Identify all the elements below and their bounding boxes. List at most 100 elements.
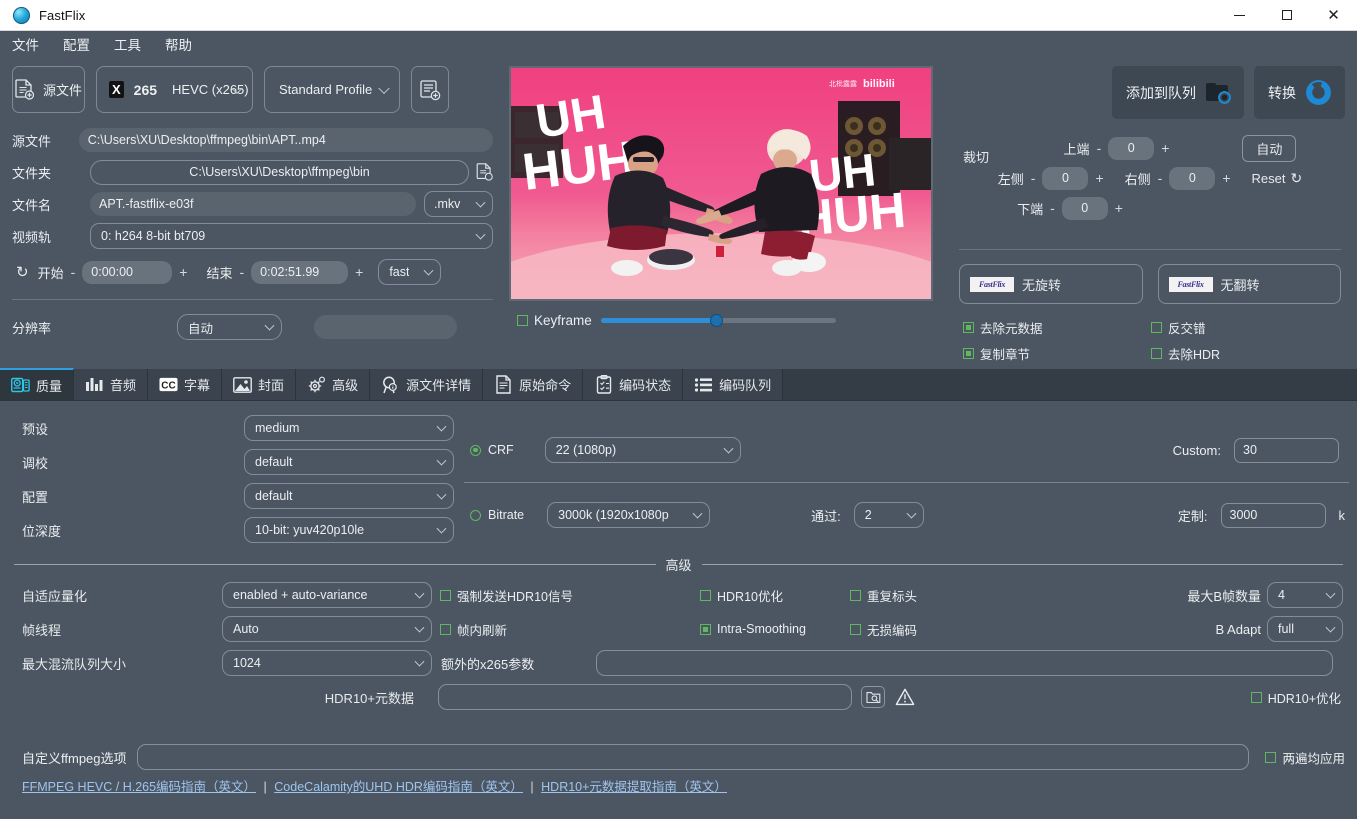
tab-audio[interactable]: 音频 — [74, 369, 148, 400]
crf-custom-input[interactable] — [1234, 438, 1339, 463]
menu-item-file[interactable]: 文件 — [10, 32, 41, 56]
add-to-queue-button[interactable]: 添加到队列 — [1112, 66, 1244, 119]
flag-remove-hdr[interactable]: 去除HDR — [1151, 344, 1345, 363]
flag-copy-chapters[interactable]: 复制章节 — [963, 344, 1123, 363]
slider-knob[interactable] — [710, 314, 723, 327]
filename-input[interactable] — [90, 192, 416, 216]
max-mux-selector[interactable]: 1024 — [222, 650, 432, 676]
preview-position-slider[interactable] — [601, 311, 836, 329]
hdr10plus-input[interactable] — [438, 684, 852, 710]
tab-subtitles[interactable]: CC 字幕 — [148, 369, 222, 400]
start-decrement-button[interactable]: - — [71, 264, 76, 280]
repeat-headers-checkbox[interactable]: 重复标头 — [850, 586, 980, 605]
crop-top-decrement[interactable]: - — [1097, 140, 1102, 156]
seek-speed-selector[interactable]: fast — [378, 259, 441, 285]
tune-selector[interactable]: default — [244, 449, 454, 475]
rotate-selector[interactable]: FastFlix 无旋转 — [959, 264, 1143, 304]
tab-encoding-status[interactable]: 编码状态 — [583, 369, 683, 400]
badapt-selector[interactable]: full — [1267, 616, 1343, 642]
crop-right-input[interactable] — [1169, 167, 1215, 190]
crop-auto-button[interactable]: 自动 — [1242, 135, 1296, 162]
bitrate-selector[interactable]: 3000k (1920x1080p — [547, 502, 710, 528]
bitrate-custom-input[interactable] — [1221, 503, 1326, 528]
crop-left-increment[interactable]: + — [1095, 170, 1103, 186]
codec-badge: X — [109, 81, 124, 98]
source-file-input[interactable] — [79, 128, 493, 152]
extension-selector[interactable]: .mkv — [424, 191, 493, 217]
crf-radio[interactable]: CRF — [470, 443, 514, 457]
minimize-button[interactable] — [1216, 0, 1263, 31]
menu-item-config[interactable]: 配置 — [61, 32, 92, 56]
encoder-profile-value: default — [255, 489, 293, 503]
start-time-input[interactable] — [82, 261, 172, 284]
convert-button[interactable]: 转换 — [1254, 66, 1345, 119]
keyframe-checkbox[interactable]: Keyframe — [517, 313, 592, 328]
lossless-checkbox[interactable]: 无损编码 — [850, 620, 980, 639]
hdr10-optimization-checkbox[interactable]: HDR10优化 — [700, 586, 830, 605]
hdr10plus-browse-icon[interactable] — [861, 686, 885, 708]
crop-top-increment[interactable]: + — [1161, 140, 1169, 156]
bitrate-radio[interactable]: Bitrate — [470, 508, 524, 522]
max-bframes-selector[interactable]: 4 — [1267, 582, 1343, 608]
menu-item-tools[interactable]: 工具 — [112, 32, 143, 56]
resolution-custom-input[interactable] — [314, 315, 457, 339]
tab-source-details[interactable]: 源文件详情 — [370, 369, 483, 400]
crop-top-input[interactable] — [1108, 137, 1154, 160]
crop-left-input[interactable] — [1042, 167, 1088, 190]
link-hdr10plus-extraction-guide[interactable]: HDR10+元数据提取指南（英文） — [541, 780, 727, 794]
tab-quality[interactable]: 质量 — [0, 368, 74, 400]
tab-advanced[interactable]: 高级 — [296, 369, 370, 400]
custom-ffmpeg-input[interactable] — [137, 744, 1250, 770]
crop-left-decrement[interactable]: - — [1031, 170, 1036, 186]
menu-item-help[interactable]: 帮助 — [163, 32, 194, 56]
crop-bottom-decrement[interactable]: - — [1050, 200, 1055, 216]
video-track-selector[interactable]: 0: h264 8-bit bt709 — [90, 223, 493, 249]
aq-selector[interactable]: enabled + auto-variance — [222, 582, 432, 608]
force-hdr10-signal-checkbox[interactable]: 强制发送HDR10信号 — [440, 586, 600, 605]
maximize-button[interactable] — [1263, 0, 1310, 31]
crop-bottom-increment[interactable]: + — [1115, 200, 1123, 216]
crop-right-decrement[interactable]: - — [1158, 170, 1163, 186]
tab-raw-command[interactable]: 原始命令 — [483, 369, 583, 400]
end-increment-button[interactable]: + — [355, 264, 363, 280]
end-decrement-button[interactable]: - — [239, 264, 244, 280]
start-label: 开始 — [38, 263, 64, 282]
crop-bottom-input[interactable] — [1062, 197, 1108, 220]
preset-selector[interactable]: medium — [244, 415, 454, 441]
end-time-input[interactable] — [251, 261, 348, 284]
tab-encoding-queue[interactable]: 编码队列 — [683, 369, 783, 400]
rotate-value: 无旋转 — [1022, 275, 1061, 294]
flip-selector[interactable]: FastFlix 无翻转 — [1158, 264, 1342, 304]
folder-input[interactable]: C:\Users\XU\Desktop\ffmpeg\bin — [90, 160, 469, 185]
flag-remove-metadata[interactable]: 去除元数据 — [963, 318, 1123, 337]
frame-threads-selector[interactable]: Auto — [222, 616, 432, 642]
profile-selector[interactable]: Standard Profile — [264, 66, 400, 113]
crf-selector[interactable]: 22 (1080p) — [545, 437, 741, 463]
start-increment-button[interactable]: + — [179, 264, 187, 280]
hdr10plus-optimization-checkbox[interactable]: HDR10+优化 — [1251, 688, 1341, 707]
extra-x265-input[interactable] — [596, 650, 1333, 676]
extension-value: .mkv — [434, 197, 460, 211]
source-file-button[interactable]: 源文件 — [12, 66, 85, 113]
codec-selector[interactable]: X 265 HEVC (x265) — [96, 66, 253, 113]
chevron-down-icon — [265, 321, 275, 331]
resolution-selector[interactable]: 自动 — [177, 314, 282, 340]
bitdepth-selector[interactable]: 10-bit: yuv420p10le — [244, 517, 454, 543]
pass-selector[interactable]: 2 — [854, 502, 924, 528]
tab-cover[interactable]: 封面 — [222, 369, 296, 400]
flag-deinterlace[interactable]: 反交错 — [1151, 318, 1345, 337]
encoder-profile-selector[interactable]: default — [244, 483, 454, 509]
link-codecalamity-uhd-hdr-guide[interactable]: CodeCalamity的UHD HDR编码指南（英文） — [274, 780, 523, 794]
intra-refresh-checkbox[interactable]: 帧内刷新 — [440, 620, 600, 639]
two-pass-checkbox[interactable]: 两遍均应用 — [1265, 748, 1345, 767]
reset-time-icon[interactable]: ↻ — [16, 263, 29, 281]
queue-settings-button[interactable] — [411, 66, 449, 113]
link-ffmpeg-hevc-guide[interactable]: FFMPEG HEVC / H.265编码指南（英文） — [22, 780, 256, 794]
folder-browse-icon[interactable] — [476, 163, 493, 181]
close-button[interactable]: ✕ — [1310, 0, 1357, 31]
crop-right-increment[interactable]: + — [1222, 170, 1230, 186]
intra-smoothing-checkbox[interactable]: Intra-Smoothing — [700, 622, 830, 636]
crop-reset-button[interactable]: Reset ↻ — [1252, 170, 1303, 187]
video-preview[interactable]: UH HUH UH HUH — [509, 66, 933, 301]
video-frame-image: UH HUH UH HUH — [511, 68, 931, 299]
